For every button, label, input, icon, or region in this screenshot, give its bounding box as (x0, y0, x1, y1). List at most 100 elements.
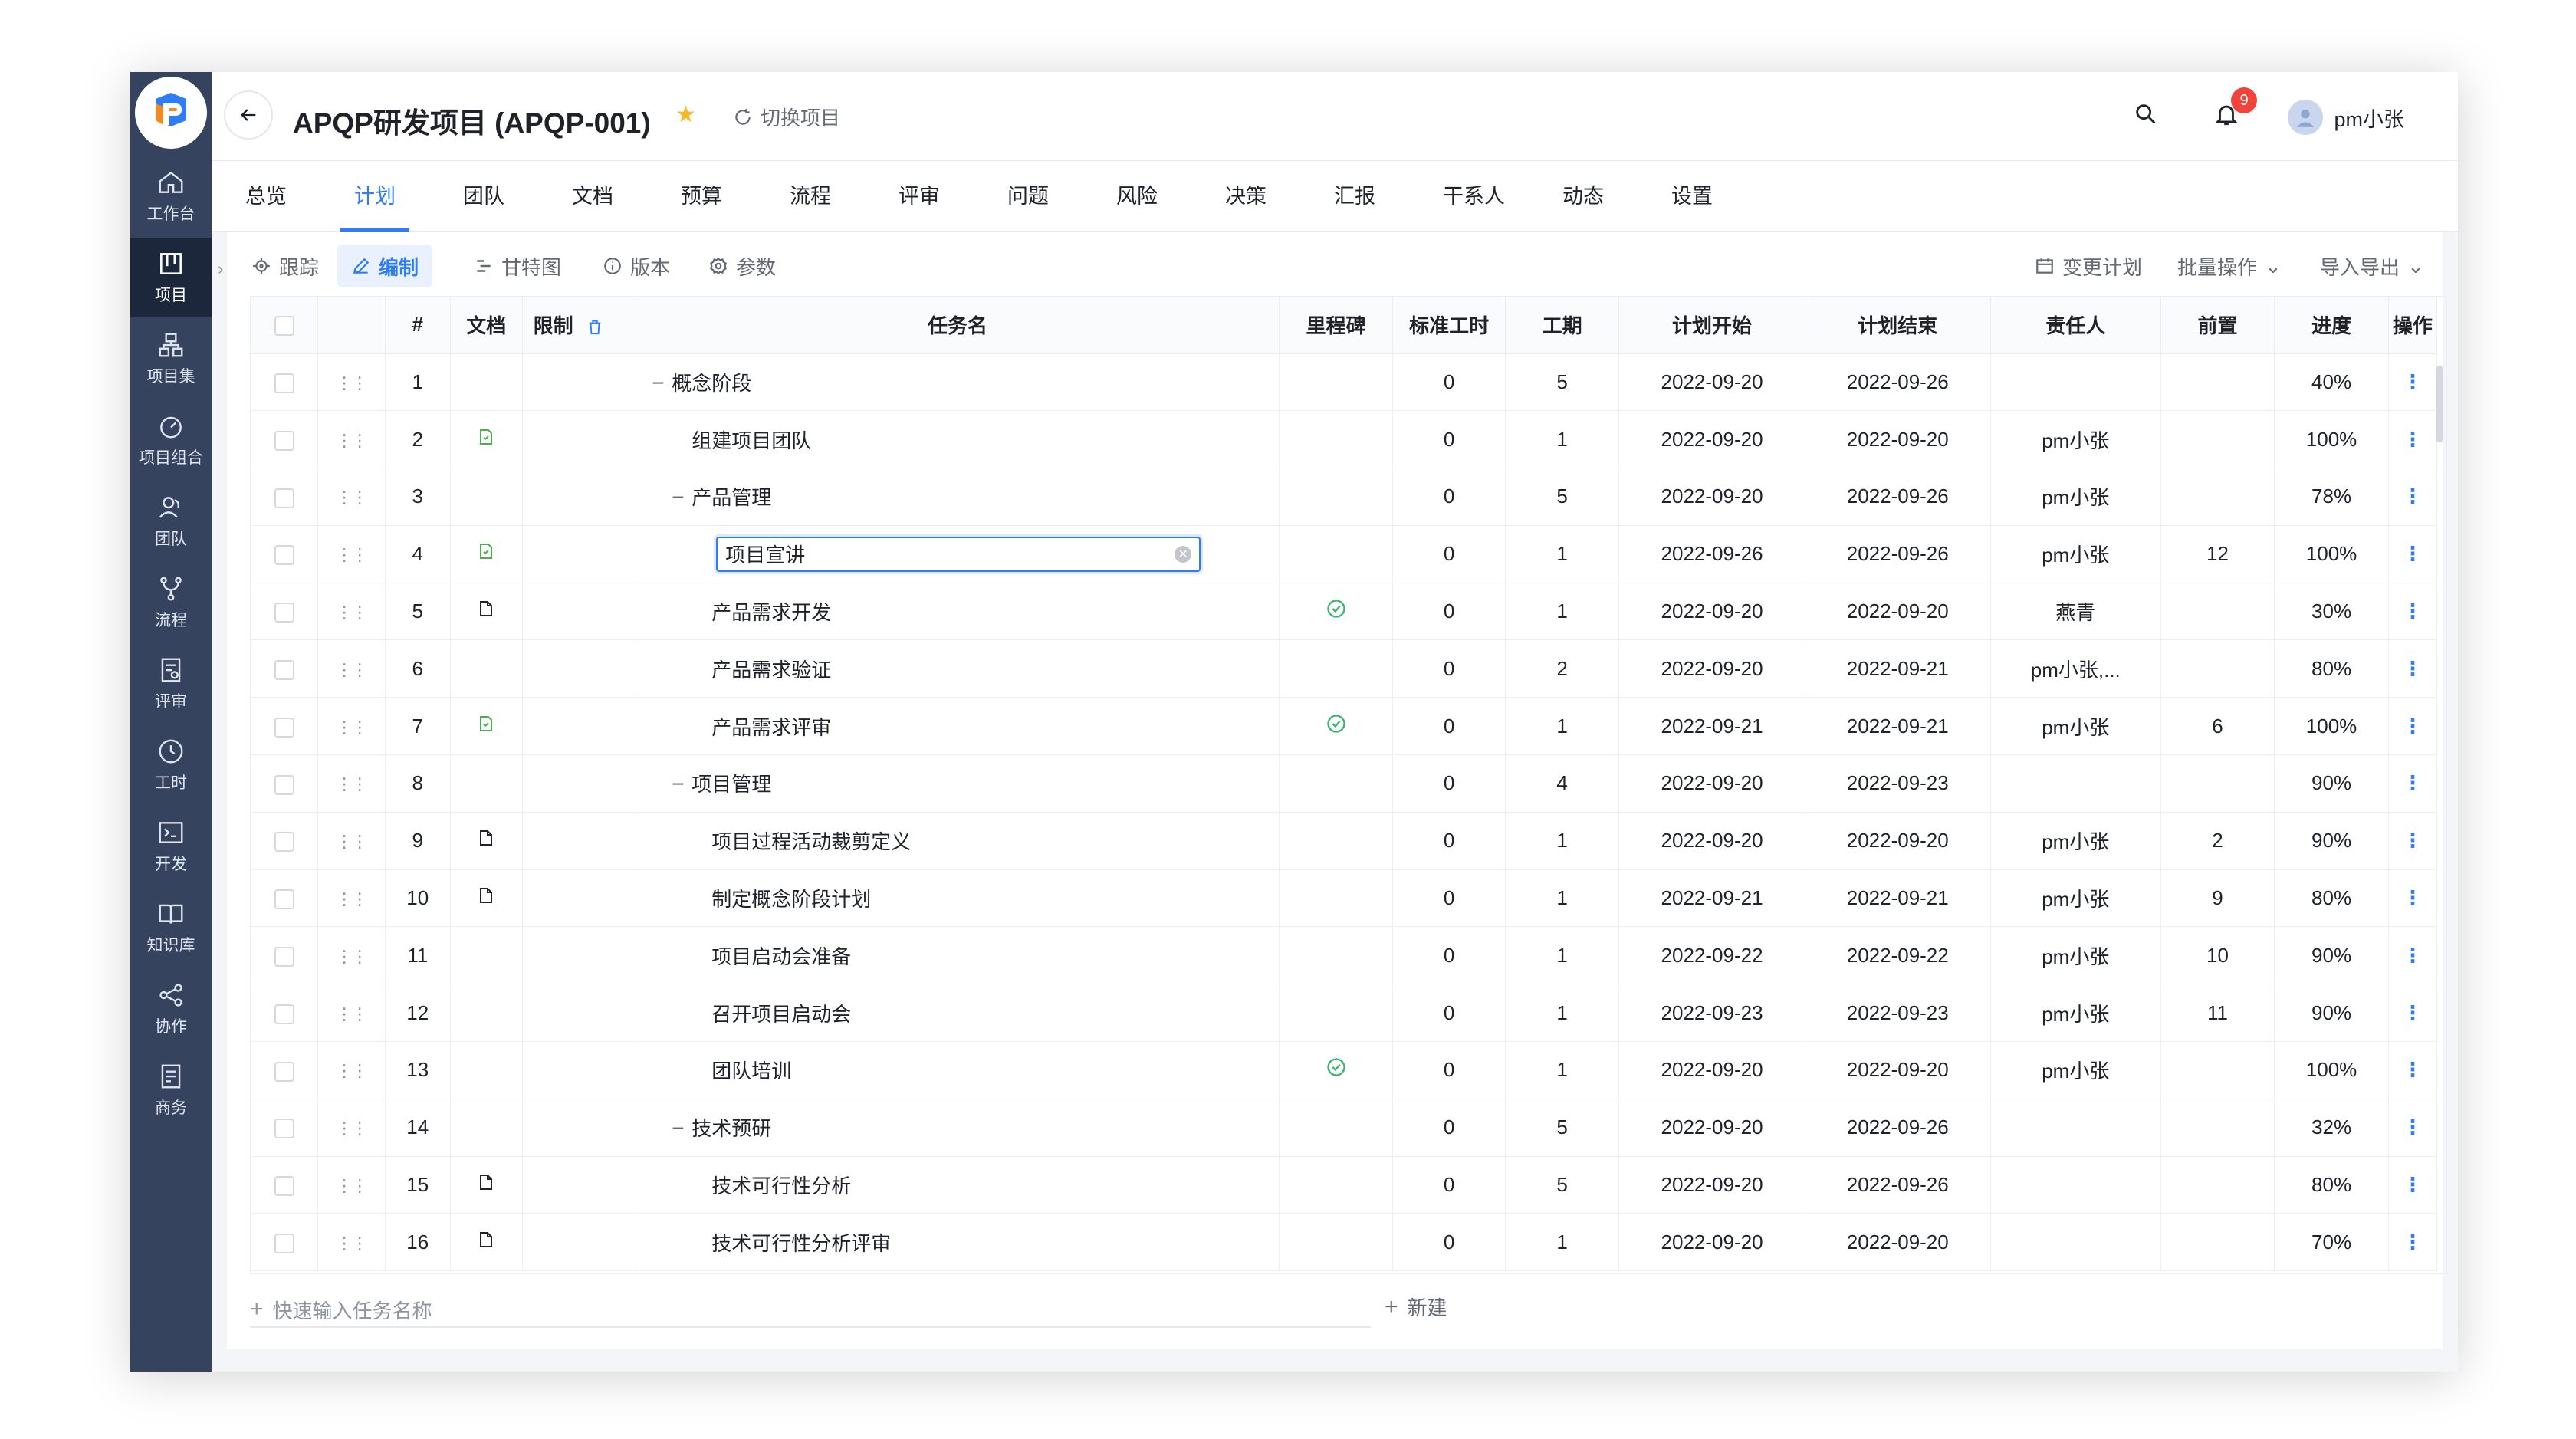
task-name-cell[interactable]: 制定概念阶段计划 (636, 869, 1280, 928)
row-select-cell[interactable] (251, 468, 319, 526)
doc-file-icon[interactable] (477, 829, 495, 847)
drag-handle-cell[interactable]: ⋮⋮ (317, 525, 386, 583)
trash-icon[interactable] (586, 319, 603, 336)
collapse-toggle-icon[interactable]: − (652, 371, 672, 396)
favorite-star-icon[interactable]: ★ (675, 101, 696, 128)
ops-cell[interactable]: ⋮ (2388, 1041, 2438, 1099)
tab-reports[interactable]: 汇报 (1334, 161, 1375, 232)
nav-dev[interactable]: 开发 (130, 807, 212, 886)
row-checkbox[interactable] (274, 946, 294, 967)
drag-handle-icon[interactable]: ⋮⋮ (336, 718, 368, 737)
doc-approved-icon[interactable] (477, 428, 495, 446)
drag-handle-cell[interactable]: ⋮⋮ (317, 353, 386, 412)
select-all-checkbox[interactable] (274, 316, 294, 337)
nav-timesheet[interactable]: 工时 (130, 725, 212, 805)
more-vertical-icon[interactable]: ⋮ (2403, 715, 2423, 738)
drag-handle-icon[interactable]: ⋮⋮ (336, 660, 368, 679)
nav-business[interactable]: 商务 (130, 1050, 212, 1130)
row-select-cell[interactable] (251, 410, 319, 469)
ops-cell[interactable]: ⋮ (2388, 697, 2438, 756)
vertical-scrollbar[interactable] (2436, 366, 2443, 442)
more-vertical-icon[interactable]: ⋮ (2403, 1001, 2423, 1024)
more-vertical-icon[interactable]: ⋮ (2403, 1230, 2423, 1253)
row-select-cell[interactable] (251, 1041, 319, 1099)
drag-handle-cell[interactable]: ⋮⋮ (317, 1041, 386, 1099)
row-checkbox[interactable] (274, 1176, 294, 1197)
table-row[interactable]: ⋮⋮ 5 产品需求开发 0 1 2022-09-20 2022-09-20 燕青 30% ⋮ (251, 583, 2438, 641)
change-plan-button[interactable]: 变更计划 (2021, 245, 2156, 287)
drag-handle-icon[interactable]: ⋮⋮ (336, 603, 368, 622)
drag-handle-icon[interactable]: ⋮⋮ (336, 1004, 368, 1023)
more-vertical-icon[interactable]: ⋮ (2403, 1115, 2423, 1138)
ops-cell[interactable]: ⋮ (2388, 468, 2438, 526)
ops-cell[interactable]: ⋮ (2388, 869, 2438, 928)
ops-cell[interactable]: ⋮ (2388, 926, 2438, 985)
task-name-cell[interactable]: − 产品管理 (636, 468, 1280, 526)
doc-file-icon[interactable] (477, 886, 495, 905)
table-row[interactable]: ⋮⋮ 14 − 技术预研 0 5 2022-09-20 2022-09-26 32% ⋮ (251, 1099, 2438, 1157)
more-vertical-icon[interactable]: ⋮ (2403, 886, 2423, 909)
task-name-cell[interactable]: 组建项目团队 (636, 410, 1280, 469)
tab-settings[interactable]: 设置 (1671, 161, 1713, 232)
chevron-right-icon[interactable]: › (218, 259, 223, 279)
row-select-cell[interactable] (251, 525, 319, 583)
drag-handle-icon[interactable]: ⋮⋮ (336, 431, 368, 450)
more-vertical-icon[interactable]: ⋮ (2403, 1173, 2423, 1196)
row-checkbox[interactable] (274, 1233, 294, 1253)
user-menu[interactable]: pm小张 (2288, 100, 2404, 135)
drag-handle-icon[interactable]: ⋮⋮ (336, 1234, 368, 1253)
table-row[interactable]: ⋮⋮ 15 技术可行性分析 0 5 2022-09-20 2022-09-26 80% ⋮ (251, 1156, 2438, 1214)
more-vertical-icon[interactable]: ⋮ (2403, 428, 2423, 451)
collapse-toggle-icon[interactable]: − (672, 485, 692, 510)
more-vertical-icon[interactable]: ⋮ (2403, 485, 2423, 508)
drag-handle-cell[interactable]: ⋮⋮ (317, 812, 386, 870)
more-vertical-icon[interactable]: ⋮ (2403, 600, 2423, 623)
drag-handle-cell[interactable]: ⋮⋮ (317, 926, 386, 985)
drag-handle-cell[interactable]: ⋮⋮ (317, 468, 386, 526)
drag-handle-cell[interactable]: ⋮⋮ (317, 639, 386, 698)
quick-task-input[interactable]: + 快速输入任务名称 (250, 1293, 1371, 1328)
drag-handle-icon[interactable]: ⋮⋮ (336, 545, 368, 564)
nav-workbench[interactable]: 工作台 (130, 156, 212, 236)
row-checkbox[interactable] (274, 832, 294, 853)
table-row[interactable]: ⋮⋮ 13 团队培训 0 1 2022-09-20 2022-09-20 pm小张 100% ⋮ (251, 1041, 2438, 1099)
track-button[interactable]: 跟踪 (238, 245, 333, 287)
task-name-cell[interactable]: 技术可行性分析评审 (636, 1213, 1280, 1272)
task-name-cell[interactable]: 产品需求评审 (636, 697, 1280, 756)
more-vertical-icon[interactable]: ⋮ (2403, 370, 2423, 393)
ops-cell[interactable]: ⋮ (2388, 1213, 2438, 1272)
table-row[interactable]: ⋮⋮ 8 − 项目管理 0 4 2022-09-20 2022-09-23 90% ⋮ (251, 754, 2438, 813)
table-row[interactable]: ⋮⋮ 16 技术可行性分析评审 0 1 2022-09-20 2022-09-20 70% ⋮ (251, 1213, 2438, 1272)
drag-handle-cell[interactable]: ⋮⋮ (317, 697, 386, 756)
nav-portfolio[interactable]: 项目组合 (130, 400, 212, 480)
doc-approved-icon[interactable] (477, 542, 495, 560)
table-row[interactable]: ⋮⋮ 2 组建项目团队 0 1 2022-09-20 2022-09-20 pm小张 100% ⋮ (251, 410, 2438, 469)
table-row[interactable]: ⋮⋮ 11 项目启动会准备 0 1 2022-09-22 2022-09-22 pm小张 10 9… (251, 926, 2438, 985)
task-name-cell[interactable]: 团队培训 (636, 1041, 1280, 1099)
table-row[interactable]: ⋮⋮ 3 − 产品管理 0 5 2022-09-20 2022-09-26 pm小张 78% ⋮ (251, 468, 2438, 526)
row-checkbox[interactable] (274, 603, 294, 623)
row-checkbox[interactable] (274, 1119, 294, 1139)
task-name-cell[interactable]: 产品需求验证 (636, 639, 1280, 698)
drag-handle-icon[interactable]: ⋮⋮ (336, 1119, 368, 1138)
collapse-toggle-icon[interactable]: − (672, 1116, 692, 1141)
import-export-dropdown[interactable]: 导入导出 ⌄ (2306, 245, 2438, 287)
drag-handle-cell[interactable]: ⋮⋮ (317, 1156, 386, 1214)
row-checkbox[interactable] (274, 373, 294, 394)
nav-team[interactable]: 团队 (130, 481, 212, 561)
drag-handle-cell[interactable]: ⋮⋮ (317, 1213, 386, 1272)
nav-review[interactable]: 评审 (130, 644, 212, 724)
drag-handle-cell[interactable]: ⋮⋮ (317, 869, 386, 928)
edit-button[interactable]: 编制 (337, 245, 433, 287)
row-select-cell[interactable] (251, 1099, 319, 1157)
drag-handle-icon[interactable]: ⋮⋮ (336, 373, 368, 393)
ops-cell[interactable]: ⋮ (2388, 639, 2438, 698)
nav-collab[interactable]: 协作 (130, 969, 212, 1049)
task-name-cell[interactable]: − 概念阶段 (636, 353, 1280, 412)
tab-stakeholders[interactable]: 干系人 (1443, 161, 1505, 232)
doc-file-icon[interactable] (477, 600, 495, 618)
drag-handle-icon[interactable]: ⋮⋮ (336, 889, 368, 908)
task-name-cell[interactable]: 项目过程活动裁剪定义 (636, 812, 1280, 870)
more-vertical-icon[interactable]: ⋮ (2403, 1058, 2423, 1081)
doc-file-icon[interactable] (477, 1173, 495, 1191)
